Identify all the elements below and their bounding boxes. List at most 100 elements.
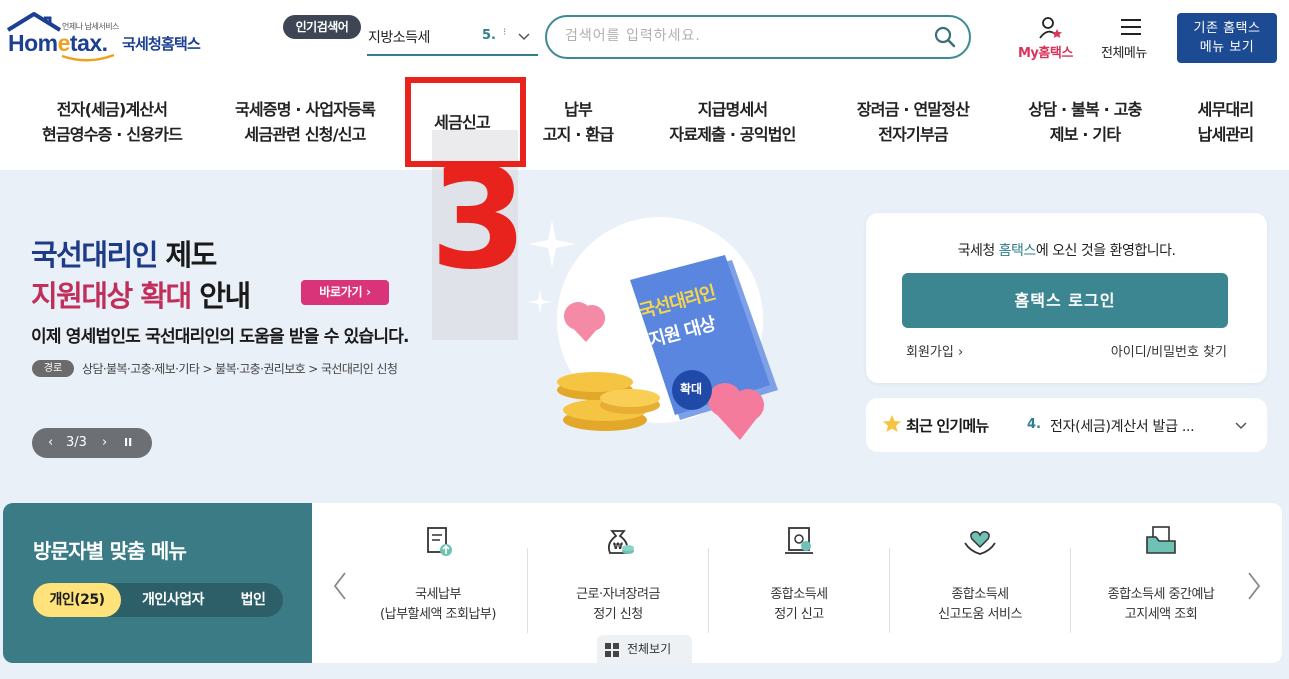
tab-individual[interactable]: 개인(25) bbox=[33, 583, 121, 617]
view-all-label: 전체보기 bbox=[627, 642, 672, 656]
go-button[interactable]: 바로가기 › bbox=[301, 280, 389, 305]
search-icon[interactable] bbox=[933, 25, 957, 49]
menu-label-line2: (납부할세액 조회납부) bbox=[380, 607, 496, 622]
nav-item-consultation[interactable]: 상담 · 불복 · 고충 제보 · 기타 bbox=[1010, 97, 1160, 147]
path-badge: 경로 bbox=[32, 360, 74, 377]
recent-menu-item[interactable]: 전자(세금)계산서 발급 ... bbox=[1050, 416, 1195, 436]
pager-prev-button[interactable]: ‹ bbox=[48, 428, 53, 458]
login-button[interactable]: 홈택스 로그인 bbox=[902, 273, 1228, 328]
hero-banner: 국선대리인 제도 지원대상 확대 안내 바로가기 › 이제 영세법인도 국선대리… bbox=[0, 170, 1289, 503]
nav-label-line2: 고지 · 환급 bbox=[542, 125, 614, 144]
menu-income-tax-filing[interactable]: 종합소득세정기 신고 bbox=[709, 523, 889, 622]
chevron-left-icon[interactable] bbox=[332, 571, 348, 601]
nav-label-line2: 자료제출 · 공익법인 bbox=[669, 125, 796, 144]
nav-label-line1: 세무대리 bbox=[1197, 100, 1254, 119]
book-badge: 확대 bbox=[680, 382, 703, 396]
old-hometax-line1: 기존 홈택스 bbox=[1193, 21, 1261, 36]
star-icon bbox=[883, 415, 901, 432]
nav-label-line2: 세금관련 신청/신고 bbox=[244, 125, 366, 144]
search-box bbox=[545, 15, 971, 59]
hero-illustration: 국선대리인 지원 대상 확대 bbox=[520, 210, 790, 460]
welcome-suffix: 에 오신 것을 환영합니다. bbox=[1035, 243, 1176, 259]
menu-tax-payment[interactable]: 국세납부 (납부할세액 조회납부) bbox=[348, 523, 528, 622]
folder-document-icon bbox=[1146, 526, 1176, 554]
menu-label: 종합소득세 중간예납 고지세액 조회 bbox=[1071, 585, 1251, 625]
logo-wordmark-a: Hom bbox=[8, 30, 58, 56]
menu-income-tax-help[interactable]: 종합소득세신고도움 서비스 bbox=[890, 523, 1070, 622]
nav-item-tax-agent[interactable]: 세무대리납세관리 bbox=[1183, 97, 1268, 147]
visitor-menu-panel: 방문자별 맞춤 메뉴 개인(25) 개인사업자 법인 bbox=[3, 503, 312, 663]
chevron-down-icon[interactable] bbox=[518, 30, 530, 42]
menu-label-line1: 종합소득세 bbox=[770, 587, 828, 602]
tab-corporation[interactable]: 법인 bbox=[228, 583, 278, 617]
hamburger-menu-icon bbox=[1121, 19, 1141, 35]
welcome-message: 국세청 홈택스에 오신 것을 환영합니다. bbox=[866, 240, 1267, 260]
hero-title-rest: 안내 bbox=[190, 279, 251, 313]
annotation-step-number: 3 bbox=[430, 138, 528, 301]
popular-search-rank: 5. bbox=[482, 28, 496, 43]
document-stamp-icon bbox=[785, 527, 813, 554]
hero-title-rest: 제도 bbox=[156, 238, 218, 272]
menu-label: 국세납부 (납부할세액 조회납부) bbox=[348, 585, 528, 625]
menu-earned-income-credit[interactable]: ₩ 근로·자녀장려금정기 신청 bbox=[528, 523, 708, 622]
login-card: 국세청 홈택스에 오신 것을 환영합니다. 홈택스 로그인 회원가입 › 아이디… bbox=[866, 213, 1267, 383]
all-menu-label: 전체메뉴 bbox=[1101, 46, 1147, 61]
menu-label: 종합소득세신고도움 서비스 bbox=[890, 585, 1070, 625]
popular-search-badge: 인기검색어 bbox=[283, 15, 361, 39]
menu-label-line2: 신고도움 서비스 bbox=[938, 607, 1022, 622]
menu-label-line1: 근로·자녀장려금 bbox=[576, 587, 660, 602]
welcome-highlight: 홈택스 bbox=[998, 243, 1037, 259]
menu-label-line1: 종합소득세 bbox=[951, 587, 1009, 602]
hero-title-line2: 지원대상 확대 안내 bbox=[31, 273, 251, 315]
chevron-down-icon[interactable] bbox=[1234, 418, 1248, 432]
find-id-password-link[interactable]: 아이디/비밀번호 찾기 bbox=[1111, 341, 1227, 360]
hero-title-highlight: 지원대상 확대 bbox=[31, 279, 192, 313]
popular-search-underline bbox=[367, 54, 538, 56]
document-upload-icon bbox=[427, 527, 452, 556]
nav-label-line1: 지급명세서 bbox=[697, 100, 768, 119]
visitor-menu-title: 방문자별 맞춤 메뉴 bbox=[33, 539, 187, 563]
view-all-button[interactable]: 전체보기 bbox=[597, 635, 692, 663]
search-input[interactable] bbox=[565, 28, 925, 44]
pager-pause-button[interactable]: II bbox=[124, 428, 132, 458]
hero-description: 이제 영세법인도 국선대리인의 도움을 받을 수 있습니다. bbox=[31, 327, 410, 347]
menu-interim-prepayment[interactable]: 종합소득세 중간예납 고지세액 조회 bbox=[1071, 523, 1251, 622]
main-navigation: 전자(세금)계산서 현금영수증 · 신용카드 국세증명 · 사업자등록세금관련 신… bbox=[0, 75, 1289, 170]
chevron-right-icon[interactable] bbox=[1246, 571, 1262, 601]
popular-search-dots: ⁝ bbox=[503, 27, 507, 38]
nav-item-e-invoice[interactable]: 전자(세금)계산서 현금영수증 · 신용카드 bbox=[22, 97, 202, 147]
visitor-tabs: 개인(25) 개인사업자 법인 bbox=[33, 583, 283, 617]
menu-label-line2: 고지세액 조회 bbox=[1124, 607, 1198, 622]
old-hometax-line2: 메뉴 보기 bbox=[1199, 40, 1255, 55]
menu-label-line2: 정기 신고 bbox=[774, 607, 824, 622]
logo-korean-name: 국세청홈택스 bbox=[122, 35, 201, 53]
nav-item-incentive[interactable]: 장려금 · 연말정산 전자기부금 bbox=[838, 97, 988, 147]
hero-title-line1: 국선대리인 제도 bbox=[31, 232, 218, 274]
recent-menu-title: 최근 인기메뉴 bbox=[906, 417, 989, 435]
nav-item-payment-statement[interactable]: 지급명세서자료제출 · 공익법인 bbox=[650, 97, 815, 147]
recent-menu-rank: 4. bbox=[1027, 417, 1041, 432]
nav-label-line1: 장려금 · 연말정산 bbox=[856, 100, 970, 119]
old-hometax-menu-button[interactable]: 기존 홈택스 메뉴 보기 bbox=[1177, 13, 1277, 63]
signup-link[interactable]: 회원가입 › bbox=[906, 341, 963, 360]
welcome-prefix: 국세청 bbox=[957, 243, 999, 259]
grid-icon bbox=[605, 643, 619, 657]
my-hometax-label: My홈택스 bbox=[1018, 46, 1073, 61]
tab-sole-proprietor[interactable]: 개인사업자 bbox=[128, 583, 218, 617]
popular-search-term[interactable]: 지방소득세 bbox=[368, 27, 430, 47]
pager-next-button[interactable]: › bbox=[102, 428, 107, 458]
path-breadcrumb: 상담·불복·고충·제보·기타 > 불복·고충·권리보호 > 국선대리인 신청 bbox=[82, 362, 398, 376]
menu-label: 근로·자녀장려금정기 신청 bbox=[528, 585, 708, 625]
nav-label-line2: 납세관리 bbox=[1197, 125, 1254, 144]
nav-label-line1: 국세증명 · 사업자등록 bbox=[234, 100, 376, 119]
menu-label-line2: 정기 신청 bbox=[593, 607, 643, 622]
nav-label-line1: 상담 · 불복 · 고충 bbox=[1028, 100, 1142, 119]
svg-text:₩: ₩ bbox=[613, 542, 623, 552]
menu-label: 종합소득세정기 신고 bbox=[709, 585, 889, 625]
hero-title-highlight: 국선대리인 bbox=[31, 238, 158, 272]
recent-popular-menu[interactable]: 최근 인기메뉴 4. 전자(세금)계산서 발급 ... bbox=[866, 398, 1267, 452]
nav-item-certificate[interactable]: 국세증명 · 사업자등록세금관련 신청/신고 bbox=[215, 97, 395, 147]
top-header: 언제나 납세서비스 Hometax. 국세청홈택스 인기검색어 지방소득세 5.… bbox=[0, 0, 1289, 75]
nav-item-payment[interactable]: 납부 고지 · 환급 bbox=[528, 97, 628, 147]
pager-count: 3/3 bbox=[66, 435, 87, 450]
